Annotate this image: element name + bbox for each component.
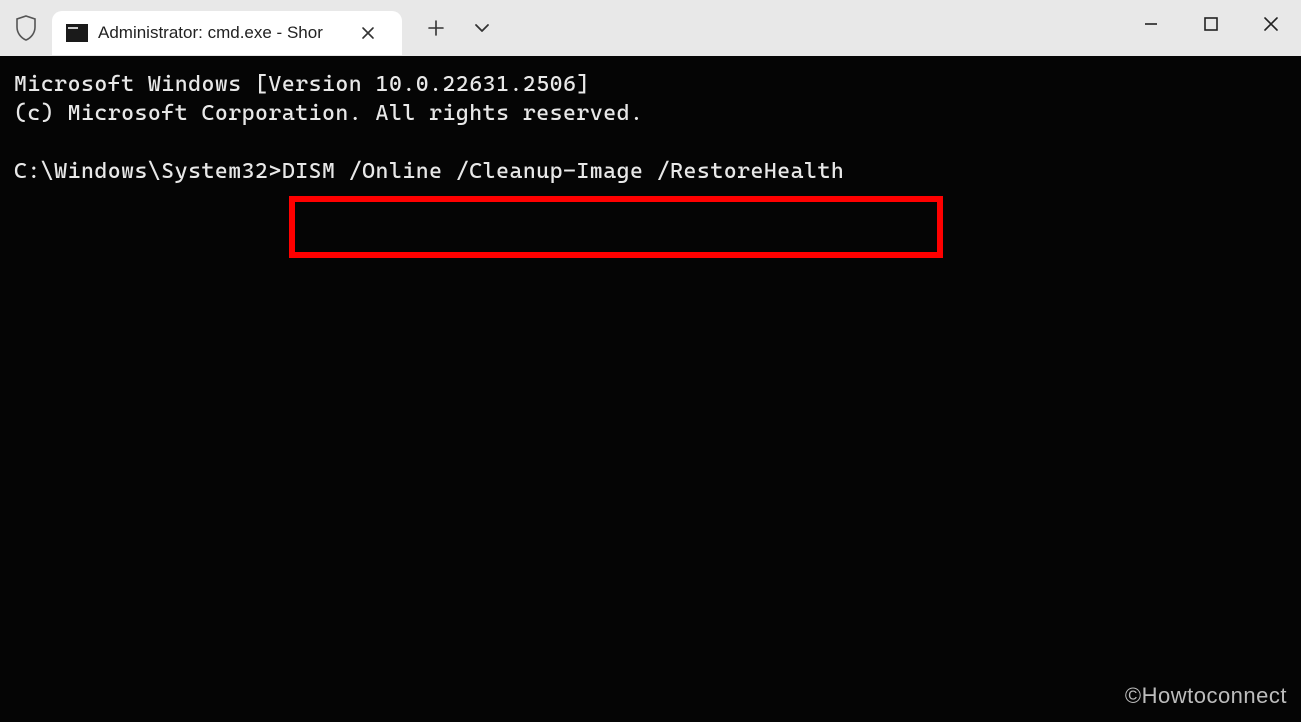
active-tab[interactable]: Administrator: cmd.exe - Shor [52,11,402,55]
prompt-path: C:\Windows\System32> [14,159,282,184]
tab-title: Administrator: cmd.exe - Shor [98,23,348,43]
minimize-button[interactable] [1121,0,1181,48]
command-text: DISM /Online /Cleanup-Image /RestoreHeal… [282,159,844,184]
banner-line-2: (c) Microsoft Corporation. All rights re… [14,99,1287,128]
shield-icon [15,15,37,41]
terminal-area[interactable]: Microsoft Windows [Version 10.0.22631.25… [0,56,1301,722]
tab-dropdown-button[interactable] [462,8,502,48]
chevron-down-icon [474,23,490,33]
prompt-line: C:\Windows\System32>DISM /Online /Cleanu… [14,157,1287,186]
shield-area [0,0,52,56]
close-tab-button[interactable] [354,19,382,47]
maximize-button[interactable] [1181,0,1241,48]
annotation-highlight-box [289,196,943,258]
plus-icon [428,20,444,36]
cmd-icon [66,24,88,42]
banner-line-1: Microsoft Windows [Version 10.0.22631.25… [14,70,1287,99]
close-icon [1263,16,1279,32]
window-titlebar: Administrator: cmd.exe - Shor [0,0,1301,56]
window-controls [1121,0,1301,48]
watermark-text: ©Howtoconnect [1125,681,1287,710]
maximize-icon [1203,16,1219,32]
new-tab-button[interactable] [416,8,456,48]
minimize-icon [1143,16,1159,32]
close-window-button[interactable] [1241,0,1301,48]
blank-line [14,128,1287,157]
